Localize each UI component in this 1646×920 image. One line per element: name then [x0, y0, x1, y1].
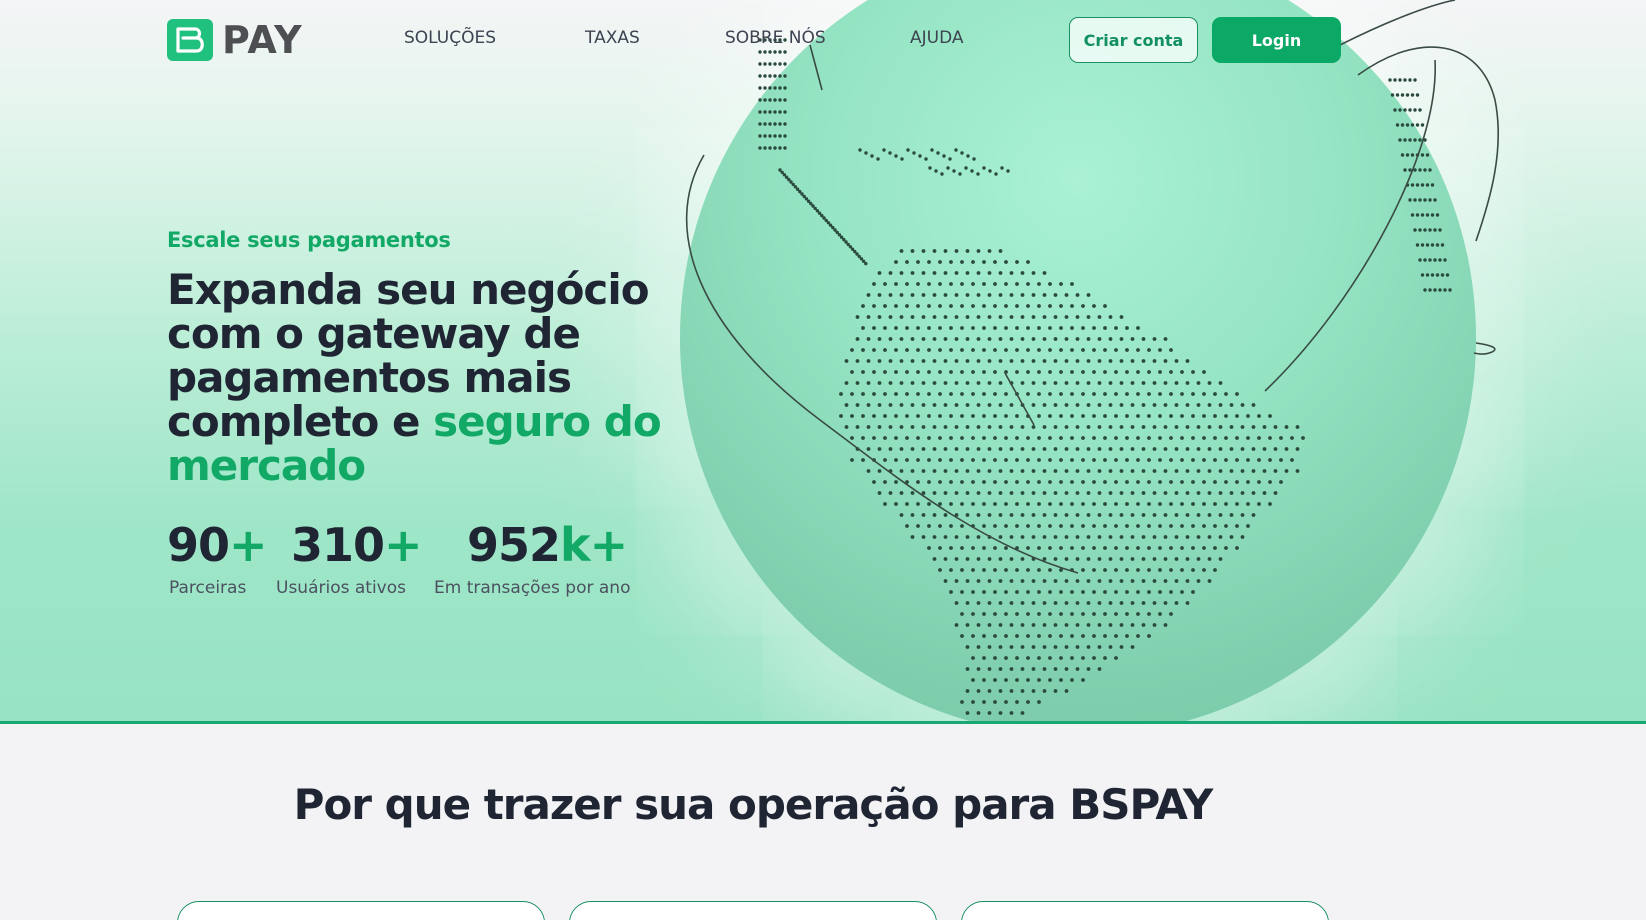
signup-button[interactable]: Criar conta — [1069, 17, 1198, 63]
stat-label: Usuários ativos — [276, 578, 406, 598]
feature-card[interactable] — [569, 901, 937, 920]
feature-card[interactable] — [177, 901, 545, 920]
brand-logo[interactable]: PAY — [167, 18, 303, 62]
stat-number: 952k+ — [467, 518, 628, 572]
section-title: Por que trazer sua operação para BSPAY — [293, 780, 1214, 829]
hero-eyebrow: Escale seus pagamentos — [167, 228, 451, 252]
hero-headline: Expanda seu negócio com o gateway de pag… — [167, 268, 667, 488]
hero-divider — [0, 721, 1646, 724]
nav-item-sobre-nos[interactable]: SOBRE NÓS — [725, 28, 826, 48]
login-button[interactable]: Login — [1212, 17, 1341, 63]
stat-label: Em transações por ano — [434, 578, 631, 598]
stat-transactions: 952k+ Em transações por ano — [434, 518, 630, 598]
stat-label: Parceiras — [169, 578, 247, 598]
stat-partners: 90+ Parceiras — [167, 518, 268, 598]
logo-text: PAY — [222, 18, 303, 62]
nav-item-solucoes[interactable]: SOLUÇÕES — [404, 28, 496, 48]
nav-item-ajuda[interactable]: AJUDA — [910, 28, 964, 48]
nav-item-taxas[interactable]: TAXAS — [585, 28, 640, 48]
feature-card[interactable] — [961, 901, 1329, 920]
logo-icon — [167, 19, 213, 61]
stat-number: 90+ — [167, 518, 268, 572]
stat-active-users: 310+ Usuários ativos — [276, 518, 423, 598]
stat-number: 310+ — [291, 518, 423, 572]
